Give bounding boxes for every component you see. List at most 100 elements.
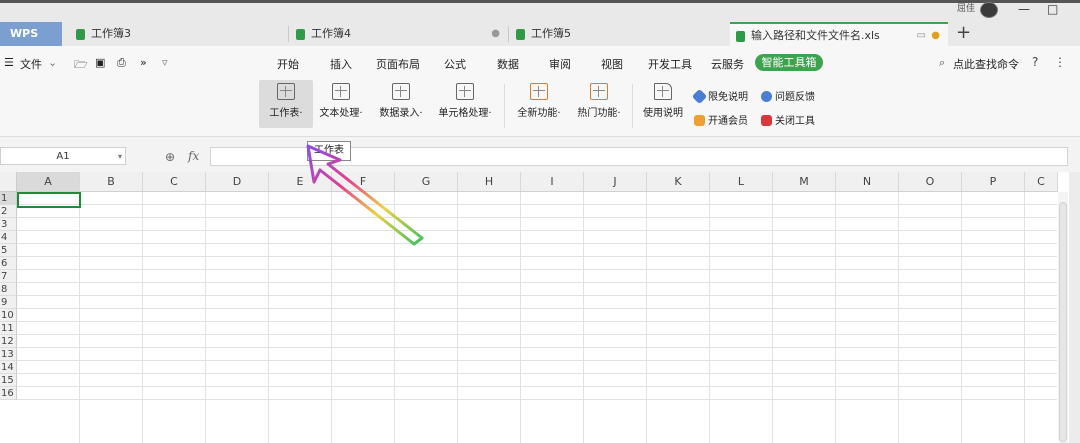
- column-header[interactable]: P: [962, 172, 1025, 192]
- column-header[interactable]: H: [458, 172, 521, 192]
- row-gridline: [17, 243, 1057, 244]
- zoom-search-icon[interactable]: ⊕: [165, 150, 175, 164]
- row-gridline: [17, 282, 1057, 283]
- column-header[interactable]: B: [80, 172, 143, 192]
- active-cell[interactable]: [17, 192, 81, 208]
- scrollbar-thumb[interactable]: [1059, 202, 1067, 442]
- column-header[interactable]: A: [17, 172, 80, 192]
- free-limit-label: 限免说明: [708, 92, 748, 103]
- save-icon[interactable]: ▣: [95, 56, 105, 69]
- row-header[interactable]: 12: [0, 335, 17, 348]
- hot-features-icon: [590, 83, 608, 100]
- row-gridline: [17, 217, 1057, 218]
- file-menu[interactable]: 文件: [20, 56, 42, 72]
- open-member-link[interactable]: 开通会员: [694, 112, 748, 127]
- menu-data[interactable]: 数据: [497, 56, 519, 72]
- chevron-down-icon[interactable]: ▾: [118, 148, 122, 166]
- select-all-corner[interactable]: [0, 172, 17, 192]
- row-header[interactable]: 4: [0, 231, 17, 244]
- row-gridline: [17, 321, 1057, 322]
- tab-divider: [288, 26, 289, 42]
- open-member-label: 开通会员: [708, 116, 748, 127]
- column-header[interactable]: K: [647, 172, 710, 192]
- data-entry-label: 数据录入·: [379, 108, 423, 119]
- tab-workbook4[interactable]: 工作簿4 ●: [290, 22, 508, 46]
- menu-home[interactable]: 开始: [277, 56, 299, 72]
- hamburger-icon[interactable]: ☰: [4, 56, 14, 69]
- free-limit-link[interactable]: 限免说明: [691, 88, 748, 105]
- column-header[interactable]: I: [521, 172, 584, 192]
- column-header[interactable]: N: [836, 172, 899, 192]
- spreadsheet-icon: [76, 28, 85, 40]
- more-options-icon[interactable]: ⋮: [1054, 55, 1066, 69]
- help-icon[interactable]: ?: [1032, 55, 1038, 69]
- new-tab-button[interactable]: +: [956, 22, 971, 43]
- column-header[interactable]: O: [899, 172, 962, 192]
- row-header[interactable]: 13: [0, 348, 17, 361]
- menu-insert[interactable]: 插入: [330, 56, 352, 72]
- menu-developer[interactable]: 开发工具: [648, 56, 692, 72]
- text-process-button[interactable]: 文本处理·: [312, 80, 370, 128]
- tab-wps[interactable]: WPS: [0, 22, 62, 46]
- row-header[interactable]: 16: [0, 387, 17, 400]
- menu-cloud[interactable]: 云服务: [711, 56, 744, 72]
- more-icon[interactable]: »: [140, 56, 147, 69]
- usage-guide-button[interactable]: 使用说明: [638, 80, 688, 128]
- row-header[interactable]: 2: [0, 205, 17, 218]
- row-header[interactable]: 14: [0, 361, 17, 374]
- column-header[interactable]: L: [710, 172, 773, 192]
- feedback-label: 问题反馈: [775, 92, 815, 103]
- column-header[interactable]: C: [1025, 172, 1058, 192]
- tab-close-icon[interactable]: ●: [491, 22, 500, 46]
- screen-icon[interactable]: ▭: [917, 24, 926, 48]
- row-header[interactable]: 11: [0, 322, 17, 335]
- restore-button[interactable]: □: [1047, 2, 1058, 16]
- menu-view[interactable]: 视图: [601, 56, 623, 72]
- avatar[interactable]: [980, 2, 998, 18]
- print-icon[interactable]: ⎙: [117, 56, 126, 70]
- cell-process-button[interactable]: 单元格处理·: [432, 80, 498, 128]
- column-header[interactable]: D: [206, 172, 269, 192]
- vertical-scrollbar[interactable]: [1058, 192, 1068, 443]
- question-icon: [761, 91, 772, 102]
- worksheet-button[interactable]: 工作表·: [259, 80, 313, 128]
- row-gridline: [17, 334, 1057, 335]
- tab-close-icon[interactable]: ●: [931, 24, 940, 48]
- column-header[interactable]: C: [143, 172, 206, 192]
- menu-smart-toolbox[interactable]: 智能工具箱: [755, 54, 823, 71]
- row-gridline: [17, 373, 1057, 374]
- row-header[interactable]: 6: [0, 257, 17, 270]
- column-header[interactable]: J: [584, 172, 647, 192]
- row-header[interactable]: 5: [0, 244, 17, 257]
- hot-features-button[interactable]: 热门功能·: [570, 80, 628, 128]
- row-header[interactable]: 15: [0, 374, 17, 387]
- row-header[interactable]: 1: [0, 192, 17, 205]
- ribbon-divider: [504, 84, 505, 128]
- tab-active-document[interactable]: 输入路径和文件文件名.xls ▭ ●: [730, 22, 948, 46]
- menu-page-layout[interactable]: 页面布局: [376, 56, 420, 72]
- hot-features-label: 热门功能·: [577, 108, 621, 119]
- side-panel-strip: [1069, 172, 1080, 443]
- column-header[interactable]: M: [773, 172, 836, 192]
- row-header[interactable]: 8: [0, 283, 17, 296]
- new-features-button[interactable]: 全新功能·: [510, 80, 568, 128]
- menu-formulas[interactable]: 公式: [444, 56, 466, 72]
- menu-review[interactable]: 审阅: [549, 56, 571, 72]
- dropdown-icon[interactable]: ▿: [162, 56, 168, 69]
- row-header[interactable]: 10: [0, 309, 17, 322]
- function-icon[interactable]: fx: [188, 149, 199, 163]
- open-folder-icon[interactable]: 🗁: [74, 56, 88, 75]
- row-header[interactable]: 3: [0, 218, 17, 231]
- tab-workbook5[interactable]: 工作簿5: [510, 22, 728, 46]
- chevron-down-icon[interactable]: ⌄: [48, 56, 57, 69]
- close-tool-link[interactable]: 关闭工具: [761, 112, 815, 127]
- name-box[interactable]: A1 ▾: [0, 147, 126, 165]
- minimize-button[interactable]: —: [1018, 2, 1030, 16]
- feedback-link[interactable]: 问题反馈: [761, 88, 815, 103]
- close-tool-label: 关闭工具: [775, 116, 815, 127]
- data-entry-button[interactable]: 数据录入·: [372, 80, 430, 128]
- tab-workbook3[interactable]: 工作簿3: [70, 22, 288, 46]
- row-header[interactable]: 9: [0, 296, 17, 309]
- command-search[interactable]: 点此查找命令: [953, 56, 1019, 72]
- row-header[interactable]: 7: [0, 270, 17, 283]
